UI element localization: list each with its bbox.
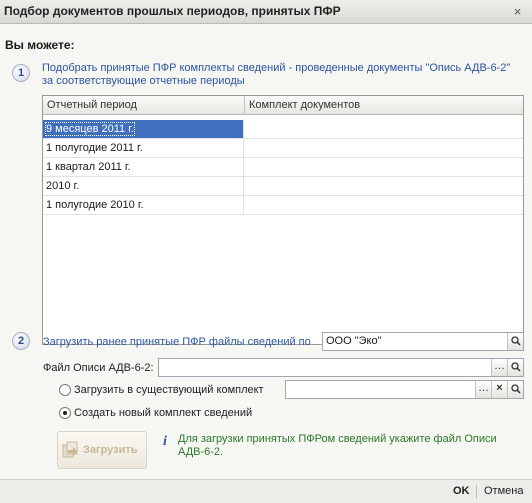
table-row[interactable]: 1 квартал 2011 г. xyxy=(43,158,523,177)
cell-period[interactable]: 1 квартал 2011 г. xyxy=(43,158,244,176)
table-row[interactable]: 9 месяцев 2011 г. xyxy=(43,120,523,139)
ellipsis-icon[interactable]: … xyxy=(475,381,491,398)
step1-description-line1: Подобрать принятые ПФР комплекты сведени… xyxy=(42,62,511,74)
cancel-button[interactable]: Отмена xyxy=(484,485,523,497)
step2-description: Загрузить ранее принятые ПФР файлы сведе… xyxy=(43,336,311,348)
radio-new-label[interactable]: Создать новый комплект сведений xyxy=(74,407,252,419)
clear-icon[interactable]: × xyxy=(491,381,507,398)
existing-set-field[interactable]: … × xyxy=(285,380,524,399)
radio-new-set[interactable] xyxy=(59,407,71,419)
section-heading: Вы можете: xyxy=(5,38,75,52)
column-header-set[interactable]: Комплект документов xyxy=(245,96,360,115)
ellipsis-icon[interactable]: … xyxy=(491,359,507,376)
cell-set[interactable] xyxy=(245,196,523,214)
cell-set[interactable] xyxy=(245,158,523,176)
organization-field[interactable]: ООО "Эко" xyxy=(322,332,524,351)
close-icon[interactable]: × xyxy=(509,3,526,20)
search-icon[interactable] xyxy=(507,381,523,398)
info-message-line1: Для загрузки принятых ПФРом сведений ука… xyxy=(178,433,497,445)
footer-separator xyxy=(476,485,477,499)
file-label: Файл Описи АДВ-6-2: xyxy=(43,362,154,374)
cell-period[interactable]: 1 полугодие 2010 г. xyxy=(43,196,244,214)
dialog-footer: OK Отмена xyxy=(0,479,532,503)
ok-button[interactable]: OK xyxy=(453,485,470,497)
cell-period[interactable]: 1 полугодие 2011 г. xyxy=(43,139,244,157)
periods-table[interactable]: Отчетный период Комплект документов 9 ме… xyxy=(42,95,524,345)
step-number-2: 2 xyxy=(12,332,30,350)
step1-description-line2: за соответствующие отчетные периоды xyxy=(42,75,245,87)
table-row[interactable]: 1 полугодие 2010 г. xyxy=(43,196,523,215)
cell-period[interactable]: 2010 г. xyxy=(43,177,244,195)
table-row[interactable]: 2010 г. xyxy=(43,177,523,196)
organization-value: ООО "Эко" xyxy=(326,335,382,347)
cell-set[interactable] xyxy=(245,139,523,157)
radio-existing-set[interactable] xyxy=(59,384,71,396)
cell-set[interactable] xyxy=(245,177,523,195)
column-header-period[interactable]: Отчетный период xyxy=(43,96,137,115)
window-title: Подбор документов прошлых периодов, прин… xyxy=(4,4,341,18)
load-button[interactable]: Загрузить xyxy=(57,431,147,469)
dialog-body: Вы можете: 1 Подобрать принятые ПФР комп… xyxy=(0,24,532,503)
step-number-1: 1 xyxy=(12,64,30,82)
table-header: Отчетный период Комплект документов xyxy=(43,96,523,115)
info-message: Для загрузки принятых ПФРом сведений ука… xyxy=(178,433,518,459)
search-icon[interactable] xyxy=(507,359,523,376)
radio-existing-label[interactable]: Загрузить в существующий комплект xyxy=(74,384,264,396)
info-icon: i xyxy=(163,434,167,449)
cell-period[interactable]: 9 месяцев 2011 г. xyxy=(43,120,244,138)
cell-set[interactable] xyxy=(245,120,523,138)
file-field[interactable]: … xyxy=(158,358,524,377)
title-bar: Подбор документов прошлых периодов, прин… xyxy=(0,0,532,24)
table-row[interactable]: 1 полугодие 2011 г. xyxy=(43,139,523,158)
load-icon xyxy=(62,441,78,459)
search-icon[interactable] xyxy=(507,333,523,350)
load-button-label: Загрузить xyxy=(83,444,138,456)
info-message-line2: АДВ-6-2. xyxy=(178,446,224,458)
